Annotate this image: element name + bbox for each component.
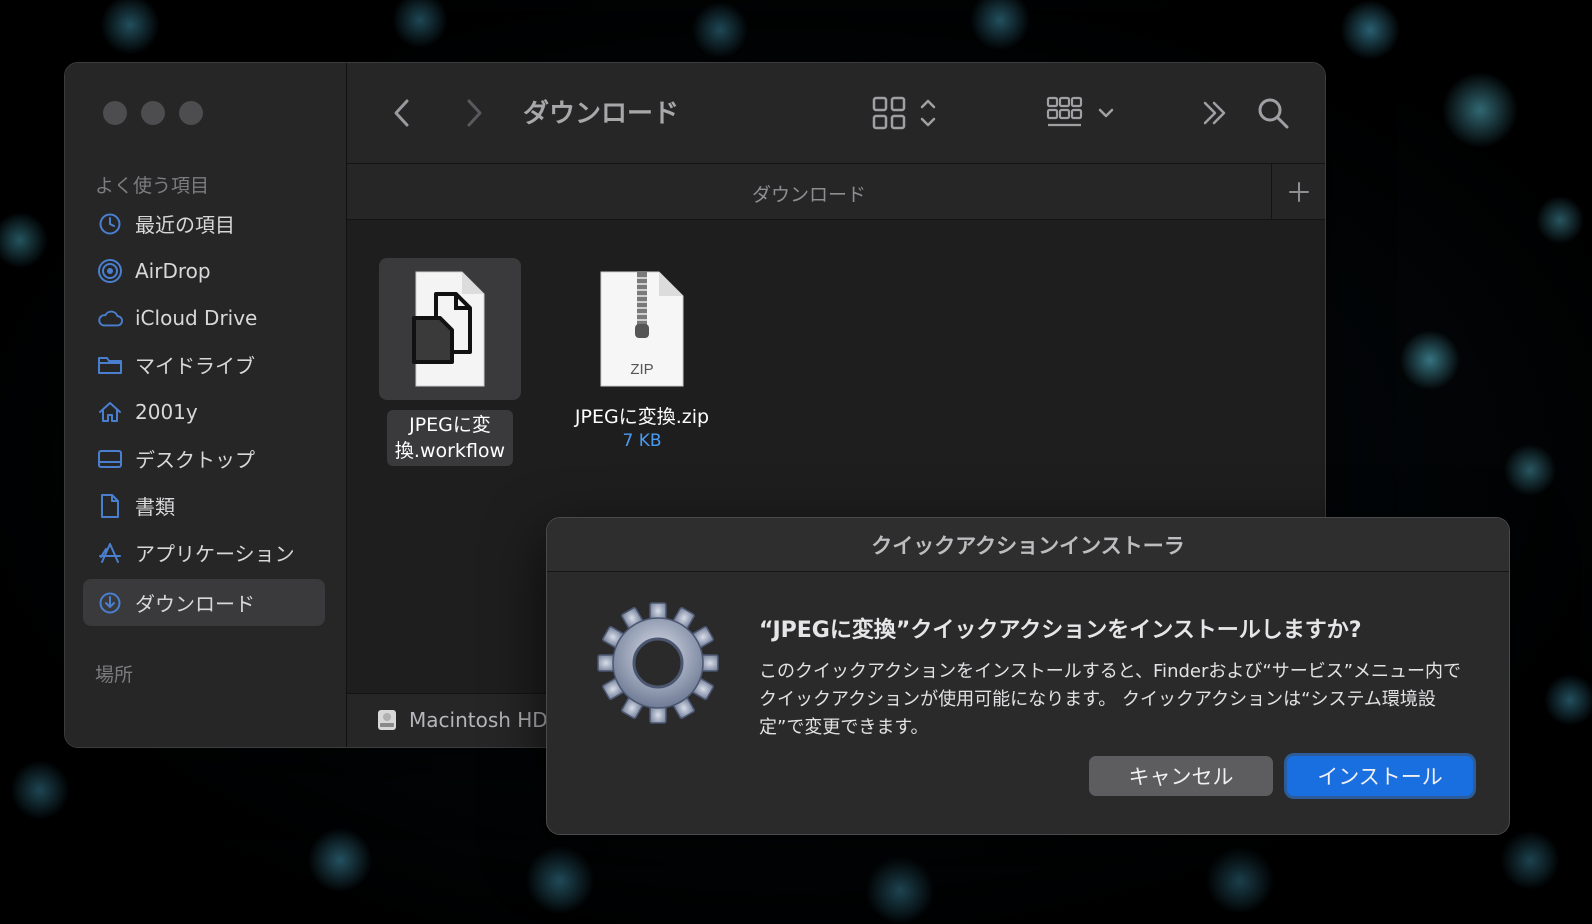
- sidebar-item-documents[interactable]: 書類: [83, 482, 325, 529]
- back-button[interactable]: [385, 93, 419, 133]
- sidebar-item-label: AirDrop: [135, 258, 211, 283]
- gear-icon: [595, 600, 721, 730]
- dialog-heading: “JPEGに変換”クイックアクションをインストールしますか?: [759, 618, 1362, 643]
- file-size: 7 KB: [622, 431, 662, 451]
- sidebar-item-label: デスクトップ: [135, 448, 255, 472]
- file-thumbnail: [379, 258, 521, 400]
- cancel-button[interactable]: キャンセル: [1089, 756, 1273, 796]
- sidebar: よく使う項目 最近の項目 AirDrop iCloud Drive マイドライブ: [65, 63, 347, 747]
- quick-action-installer-dialog: クイックアクションインストーラ “JPEGに変換”クイックアクションをインストー…: [546, 517, 1510, 835]
- search-icon: [1258, 98, 1289, 129]
- tab-bar: ダウンロード: [347, 163, 1325, 220]
- sidebar-item-my-drive[interactable]: マイドライブ: [83, 341, 325, 388]
- plus-icon: [1288, 181, 1309, 202]
- file-item-zip[interactable]: ZIP JPEGに変換.zip 7 KB: [567, 258, 717, 451]
- dialog-titlebar: クイックアクションインストーラ: [547, 518, 1509, 572]
- applications-icon: [97, 540, 123, 566]
- sidebar-item-label: 最近の項目: [135, 213, 235, 237]
- download-icon: [97, 590, 123, 616]
- disk-label: Macintosh HD: [409, 708, 548, 732]
- sidebar-item-home[interactable]: 2001y: [83, 388, 325, 435]
- sidebar-section-locations: 場所: [95, 664, 134, 686]
- file-thumbnail: ZIP: [567, 258, 717, 400]
- minimize-window-button[interactable]: [141, 101, 165, 125]
- dialog-title: クイックアクションインストーラ: [871, 533, 1185, 558]
- sidebar-item-downloads[interactable]: ダウンロード: [83, 579, 325, 626]
- svg-text:ZIP: ZIP: [630, 361, 653, 378]
- folder-icon: [97, 352, 123, 378]
- desktop-icon: [97, 446, 123, 472]
- chevron-double-right-icon: [1203, 101, 1226, 125]
- sidebar-item-label: アプリケーション: [135, 542, 295, 566]
- window-controls: [103, 101, 203, 125]
- sidebar-item-label: iCloud Drive: [135, 305, 258, 330]
- sidebar-item-desktop[interactable]: デスクトップ: [83, 435, 325, 482]
- sidebar-item-applications[interactable]: アプリケーション: [83, 529, 325, 576]
- group-icon: [1046, 96, 1114, 127]
- clock-icon: [97, 211, 123, 237]
- zip-file-icon: ZIP: [600, 271, 684, 387]
- icon-view-icon: [872, 96, 936, 130]
- file-item-workflow[interactable]: JPEGに変 換.workflow: [379, 258, 521, 466]
- close-window-button[interactable]: [103, 101, 127, 125]
- airdrop-icon: [97, 258, 123, 284]
- sidebar-item-label: マイドライブ: [135, 354, 255, 378]
- chevron-left-icon: [394, 99, 409, 127]
- cloud-icon: [97, 305, 123, 331]
- sidebar-item-label: 2001y: [135, 399, 198, 424]
- hard-drive-icon: [378, 710, 396, 730]
- window-title: ダウンロード: [523, 99, 680, 129]
- file-name: JPEGに変換.zip: [574, 406, 710, 428]
- document-icon: [97, 493, 123, 519]
- view-mode-button[interactable]: [869, 93, 941, 133]
- install-button[interactable]: インストール: [1287, 756, 1473, 796]
- sidebar-section-favorites: よく使う項目: [95, 175, 210, 197]
- forward-button[interactable]: [457, 93, 491, 133]
- sidebar-item-icloud-drive[interactable]: iCloud Drive: [83, 294, 325, 341]
- zoom-window-button[interactable]: [179, 101, 203, 125]
- file-name: JPEGに変 換.workflow: [386, 410, 514, 466]
- toolbar: ダウンロード: [347, 63, 1325, 163]
- dialog-message: このクイックアクションをインストールすると、Finderおよび“サービス”メニュ…: [759, 661, 1462, 738]
- sidebar-item-airdrop[interactable]: AirDrop: [83, 247, 325, 294]
- search-button[interactable]: [1253, 91, 1293, 135]
- group-by-button[interactable]: [1043, 93, 1119, 133]
- disk-path-item[interactable]: Macintosh HD: [375, 708, 548, 732]
- sidebar-item-label: 書類: [135, 495, 175, 519]
- workflow-file-icon: [412, 271, 485, 387]
- tab-downloads[interactable]: ダウンロード: [347, 180, 1271, 207]
- new-tab-button[interactable]: [1271, 164, 1325, 219]
- home-icon: [97, 399, 123, 425]
- sidebar-item-label: ダウンロード: [135, 592, 255, 616]
- sidebar-item-recents[interactable]: 最近の項目: [83, 200, 325, 247]
- chevron-right-icon: [467, 99, 482, 127]
- more-toolbar-button[interactable]: [1197, 93, 1233, 133]
